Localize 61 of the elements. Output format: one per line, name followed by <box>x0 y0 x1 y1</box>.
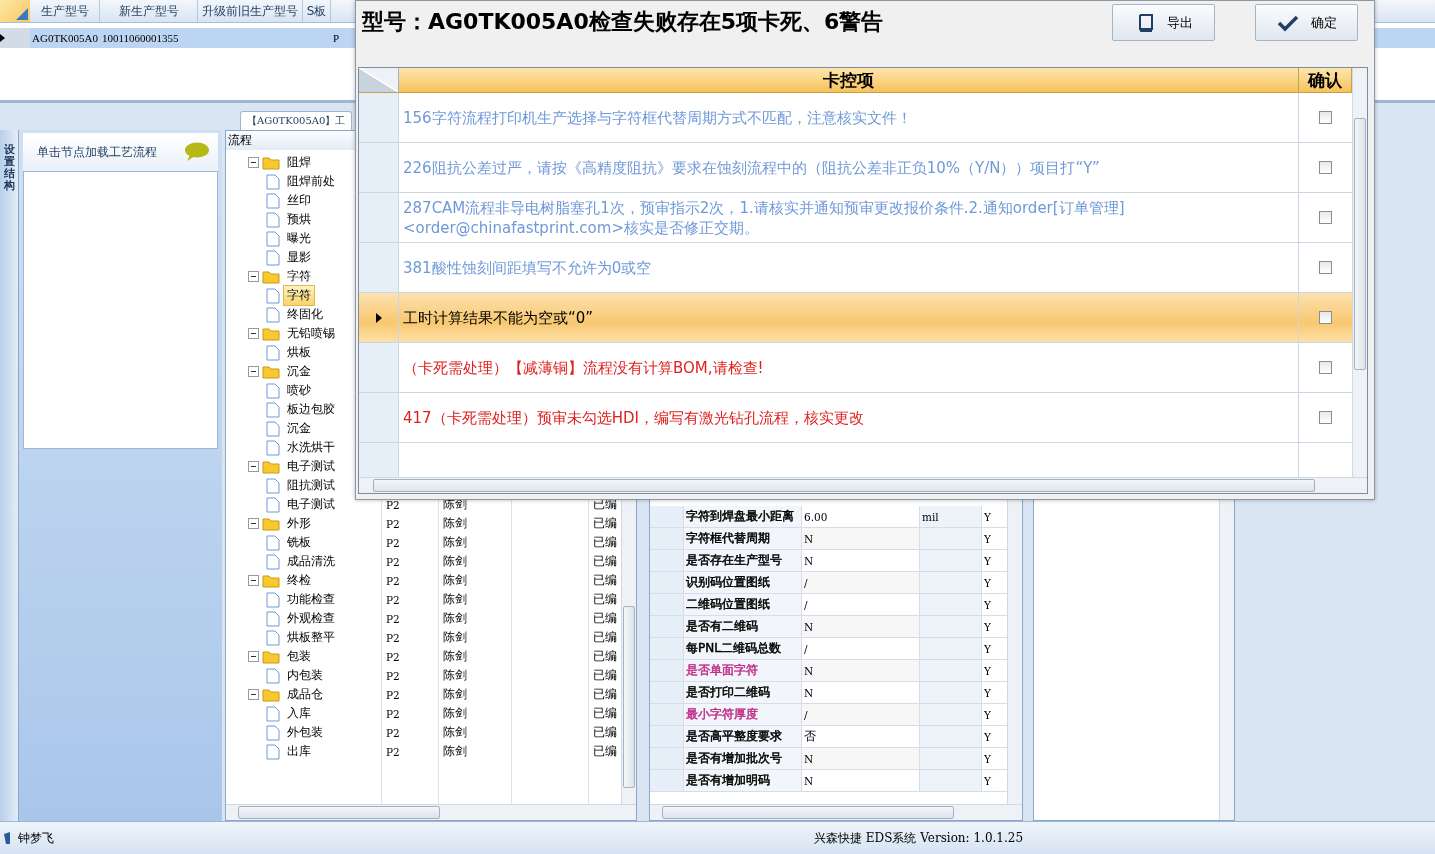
property-name: 是否存在生产型号 <box>686 552 782 569</box>
table-cell-text: 已编 <box>592 686 618 703</box>
table-cell-text: P2 <box>385 555 401 568</box>
table-cell-text: P2 <box>385 669 401 682</box>
table-cell-text: P2 <box>385 707 401 720</box>
table-cell-text: P2 <box>385 536 401 549</box>
property-name: 是否有增加明码 <box>686 772 770 789</box>
property-name: 是否有增加批次号 <box>686 750 782 767</box>
table-cell: mil <box>920 506 982 527</box>
table-cell-text: 陈剑 <box>442 591 468 608</box>
property-name: 字符到焊盘最小距离 <box>686 508 794 525</box>
table-cell-text: P2 <box>385 688 401 701</box>
table-cell-text: P2 <box>385 745 401 758</box>
table-cell-text: P2 <box>385 498 401 511</box>
table-cell-text: 陈剑 <box>442 553 468 570</box>
table-cell-text: 陈剑 <box>442 705 468 722</box>
table-cell-text: 已编 <box>592 648 618 665</box>
table-cell-text: P2 <box>385 593 401 606</box>
table-cell-text: 已编 <box>592 705 618 722</box>
property-name: 是否打印二维码 <box>686 684 770 701</box>
table-cell-text: 陈剑 <box>442 572 468 589</box>
table-cell-text: 已编 <box>592 572 618 589</box>
property-name: 每PNL二维码总数 <box>686 640 781 657</box>
table-cell-text: P2 <box>385 612 401 625</box>
panel-title: 单击节点加载工艺流程 <box>37 143 157 161</box>
property-name: 最小字符厚度 <box>686 706 758 723</box>
version-text: 兴森快捷 EDS系统 Version: 1.0.1.25 <box>814 829 1024 847</box>
table-cell-text: P2 <box>385 574 401 587</box>
property-name: 是否有二维码 <box>686 618 758 635</box>
table-cell-text: 陈剑 <box>442 724 468 741</box>
table-cell-text: 已编 <box>592 667 618 684</box>
table-cell-text: 已编 <box>592 743 618 760</box>
table-cell-text: 已编 <box>592 610 618 627</box>
property-name: 是否单面字符 <box>686 662 758 679</box>
table-cell-text: P2 <box>385 517 401 530</box>
table-cell-text: 陈剑 <box>442 686 468 703</box>
table-cell-text: P2 <box>385 650 401 663</box>
property-name: 二维码位置图纸 <box>686 596 770 613</box>
table-cell-text: P2 <box>385 631 401 644</box>
table-cell-text: 陈剑 <box>442 667 468 684</box>
table-cell-text: P <box>332 31 341 46</box>
table-cell-text: 已编 <box>592 534 618 551</box>
dialog-title: 型号：AG0TK005A0检查失败存在5项卡死、6警告 <box>362 8 885 36</box>
table-cell-text: 陈剑 <box>442 648 468 665</box>
property-name: 字符框代替周期 <box>686 530 770 547</box>
table-cell-text: 已编 <box>592 724 618 741</box>
table-cell-text: 陈剑 <box>442 515 468 532</box>
property-name: 识别码位置图纸 <box>686 574 770 591</box>
table-cell-text: 陈剑 <box>442 743 468 760</box>
table-cell-text: AG0TK005A0 <box>31 31 99 46</box>
table-cell-text: 陈剑 <box>442 610 468 627</box>
table-cell-text: 陈剑 <box>442 629 468 646</box>
table-cell-text: 陈剑 <box>442 534 468 551</box>
table-cell-text: 已编 <box>592 629 618 646</box>
table-cell-text: 已编 <box>592 553 618 570</box>
table-cell-text: 10011060001355 <box>101 31 180 46</box>
table-cell-text: 已编 <box>592 591 618 608</box>
table-cell-text: 已编 <box>592 515 618 532</box>
table-cell-text: P2 <box>385 726 401 739</box>
user-name: 钟梦飞 <box>18 829 54 847</box>
property-name: 是否高平整度要求 <box>686 728 782 745</box>
